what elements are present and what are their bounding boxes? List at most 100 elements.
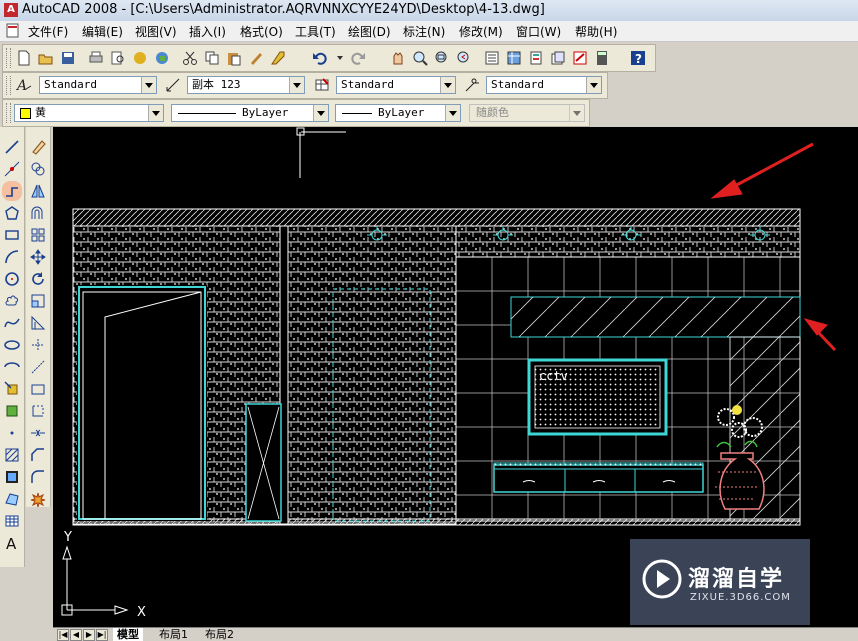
chevron-down-icon[interactable] (440, 77, 455, 93)
menu-modify[interactable]: 修改(M) (459, 23, 503, 40)
plot-icon[interactable] (86, 48, 106, 68)
polygon-icon[interactable] (2, 203, 22, 223)
table-icon[interactable] (2, 511, 22, 531)
cut-icon[interactable] (180, 48, 200, 68)
match-properties-icon[interactable] (246, 48, 266, 68)
chevron-down-icon[interactable] (586, 77, 601, 93)
menu-dimension[interactable]: 标注(N) (403, 23, 445, 40)
circle-icon[interactable] (2, 269, 22, 289)
new-file-icon[interactable] (14, 48, 34, 68)
toolbar-grip[interactable] (6, 76, 11, 95)
table-style-combo[interactable]: Standard (336, 76, 456, 94)
chevron-down-icon[interactable] (289, 77, 304, 93)
menu-tools[interactable]: 工具(T) (295, 23, 336, 40)
tab-layout2[interactable]: 布局2 (201, 628, 238, 641)
3d-dwf-icon[interactable] (152, 48, 172, 68)
break-icon[interactable] (28, 401, 48, 421)
first-tab-icon[interactable]: |◀ (57, 629, 69, 641)
ellipse-arc-icon[interactable] (2, 357, 22, 377)
menu-window[interactable]: 窗口(W) (516, 23, 561, 40)
dimension-style-icon[interactable] (163, 75, 183, 95)
table-style-icon[interactable] (312, 75, 332, 95)
tab-layout1[interactable]: 布局1 (155, 628, 192, 641)
menu-draw[interactable]: 绘图(D) (348, 23, 391, 40)
sheet-set-manager-icon[interactable] (548, 48, 568, 68)
undo-dropdown-icon[interactable] (330, 48, 350, 68)
prev-tab-icon[interactable]: ◀ (70, 629, 82, 641)
last-tab-icon[interactable]: ▶| (96, 629, 108, 641)
redo-icon[interactable] (348, 48, 368, 68)
array-icon[interactable] (28, 225, 48, 245)
publish-icon[interactable] (130, 48, 150, 68)
multileader-style-combo[interactable]: Standard (486, 76, 602, 94)
rectangle-icon[interactable] (2, 225, 22, 245)
menu-format[interactable]: 格式(O) (240, 23, 283, 40)
chevron-down-icon[interactable] (445, 105, 460, 121)
stretch-icon[interactable] (28, 313, 48, 333)
help-icon[interactable]: ? (628, 48, 648, 68)
extend-icon[interactable] (28, 357, 48, 377)
save-icon[interactable] (58, 48, 78, 68)
text-style-combo[interactable]: Standard (39, 76, 157, 94)
multileader-style-icon[interactable] (462, 75, 482, 95)
open-file-icon[interactable] (36, 48, 56, 68)
make-block-icon[interactable] (2, 401, 22, 421)
paste-icon[interactable] (224, 48, 244, 68)
menu-help[interactable]: 帮助(H) (575, 23, 617, 40)
next-tab-icon[interactable]: ▶ (83, 629, 95, 641)
move-icon[interactable] (28, 247, 48, 267)
offset-icon[interactable] (28, 203, 48, 223)
scale-icon[interactable] (28, 291, 48, 311)
markup-set-manager-icon[interactable] (570, 48, 590, 68)
polyline-icon[interactable] (2, 181, 22, 201)
design-center-icon[interactable] (504, 48, 524, 68)
chevron-down-icon[interactable] (141, 77, 156, 93)
join-icon[interactable] (28, 423, 48, 443)
copy-icon[interactable] (202, 48, 222, 68)
chevron-down-icon[interactable] (313, 105, 328, 121)
revision-cloud-icon[interactable] (2, 291, 22, 311)
line-icon[interactable] (2, 137, 22, 157)
linetype-combo[interactable]: ByLayer (171, 104, 329, 122)
dimension-style-combo[interactable]: 副本 123 (187, 76, 305, 94)
document-icon[interactable] (6, 23, 20, 38)
properties-icon[interactable] (482, 48, 502, 68)
construction-line-icon[interactable] (2, 159, 22, 179)
block-editor-icon[interactable] (268, 48, 288, 68)
menu-file[interactable]: 文件(F) (28, 23, 68, 40)
hatch-icon[interactable] (2, 445, 22, 465)
fillet-icon[interactable] (28, 467, 48, 487)
insert-block-icon[interactable] (2, 379, 22, 399)
copy-object-icon[interactable] (28, 159, 48, 179)
multiline-text-icon[interactable]: A (2, 533, 22, 553)
menu-view[interactable]: 视图(V) (135, 23, 177, 40)
zoom-previous-icon[interactable] (454, 48, 474, 68)
quickcalc-icon[interactable] (592, 48, 612, 68)
toolbar-grip[interactable] (6, 103, 11, 123)
tab-model[interactable]: 模型 (113, 628, 143, 641)
chevron-down-icon[interactable] (148, 105, 163, 121)
point-icon[interactable] (2, 423, 22, 443)
ellipse-icon[interactable] (2, 335, 22, 355)
color-combo[interactable]: 黄 (14, 104, 164, 122)
lineweight-combo[interactable]: ByLayer (335, 104, 461, 122)
spline-icon[interactable] (2, 313, 22, 333)
tool-palettes-icon[interactable] (526, 48, 546, 68)
plot-preview-icon[interactable] (108, 48, 128, 68)
mirror-icon[interactable] (28, 181, 48, 201)
undo-icon[interactable] (310, 48, 330, 68)
trim-icon[interactable] (28, 335, 48, 355)
text-style-icon[interactable]: A (14, 75, 34, 95)
zoom-realtime-icon[interactable] (410, 48, 430, 68)
chamfer-icon[interactable] (28, 445, 48, 465)
menu-insert[interactable]: 插入(I) (189, 23, 226, 40)
pan-realtime-icon[interactable] (388, 48, 408, 68)
break-at-point-icon[interactable] (28, 379, 48, 399)
region-icon[interactable] (2, 489, 22, 509)
arc-icon[interactable] (2, 247, 22, 267)
toolbar-grip[interactable] (6, 48, 11, 68)
gradient-icon[interactable] (2, 467, 22, 487)
erase-icon[interactable] (28, 137, 48, 157)
rotate-icon[interactable] (28, 269, 48, 289)
explode-icon[interactable] (28, 489, 48, 509)
